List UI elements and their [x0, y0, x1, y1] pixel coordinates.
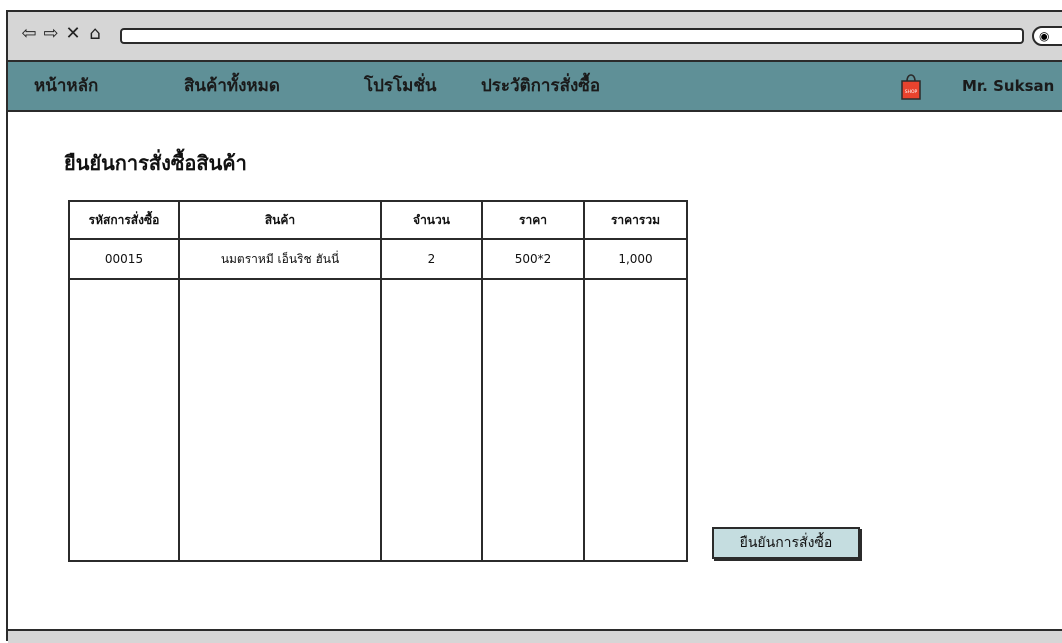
address-bar[interactable]: [120, 28, 1024, 44]
user-name[interactable]: Mr. Suksan: [962, 76, 1054, 96]
column-header-product: สินค้า: [178, 201, 382, 240]
table-empty-area: [68, 279, 688, 561]
column-header-total: ราคารวม: [583, 201, 688, 240]
menu-item-order-history[interactable]: ประวัติการสั่งซื้อ: [481, 76, 600, 96]
cell-product: นมตราหมี เอ็นริช ฮันนี่: [178, 239, 382, 280]
shop-icon-text: SHOP: [905, 89, 918, 95]
search-icon[interactable]: ◉: [1032, 26, 1062, 46]
menu-item-all-products[interactable]: สินค้าทั้งหมด: [184, 76, 280, 96]
menu-item-promotions[interactable]: โปรโมชั่น: [364, 76, 437, 96]
column-header-order-id: รหัสการสั่งซื้อ: [68, 201, 180, 240]
confirm-order-button[interactable]: ยืนยันการสั่งซื้อ: [712, 527, 860, 559]
browser-nav-icons: ⇦ ⇨ ✕ ⌂: [20, 24, 104, 44]
cell-total: 1,000: [583, 239, 688, 280]
home-icon[interactable]: ⌂: [86, 24, 104, 44]
column-header-price: ราคา: [481, 201, 585, 240]
table-row: 00015 นมตราหมี เอ็นริช ฮันนี่ 2 500*2 1,…: [68, 239, 688, 280]
shop-bag-icon[interactable]: SHOP: [901, 71, 921, 101]
cell-order-id: 00015: [68, 239, 180, 280]
table-header-row: รหัสการสั่งซื้อ สินค้า จำนวน ราคา ราคารว…: [68, 201, 688, 240]
column-header-quantity: จำนวน: [380, 201, 483, 240]
cell-price: 500*2: [481, 239, 585, 280]
browser-toolbar: ⇦ ⇨ ✕ ⌂ ◉: [8, 12, 1062, 62]
forward-arrow-icon[interactable]: ⇨: [42, 24, 60, 44]
browser-window: ⇦ ⇨ ✕ ⌂ ◉ หน้าหลัก สินค้าทั้งหมด โปรโมชั…: [6, 10, 1062, 643]
back-arrow-icon[interactable]: ⇦: [20, 24, 38, 44]
cell-quantity: 2: [380, 239, 483, 280]
main-menu: หน้าหลัก สินค้าทั้งหมด โปรโมชั่น ประวัติ…: [8, 62, 1062, 112]
menu-item-home[interactable]: หน้าหลัก: [34, 76, 98, 96]
close-icon[interactable]: ✕: [64, 24, 82, 44]
order-table: รหัสการสั่งซื้อ สินค้า จำนวน ราคา ราคารว…: [68, 200, 688, 562]
page-title: ยืนยันการสั่งซื้อสินค้า: [64, 151, 247, 175]
